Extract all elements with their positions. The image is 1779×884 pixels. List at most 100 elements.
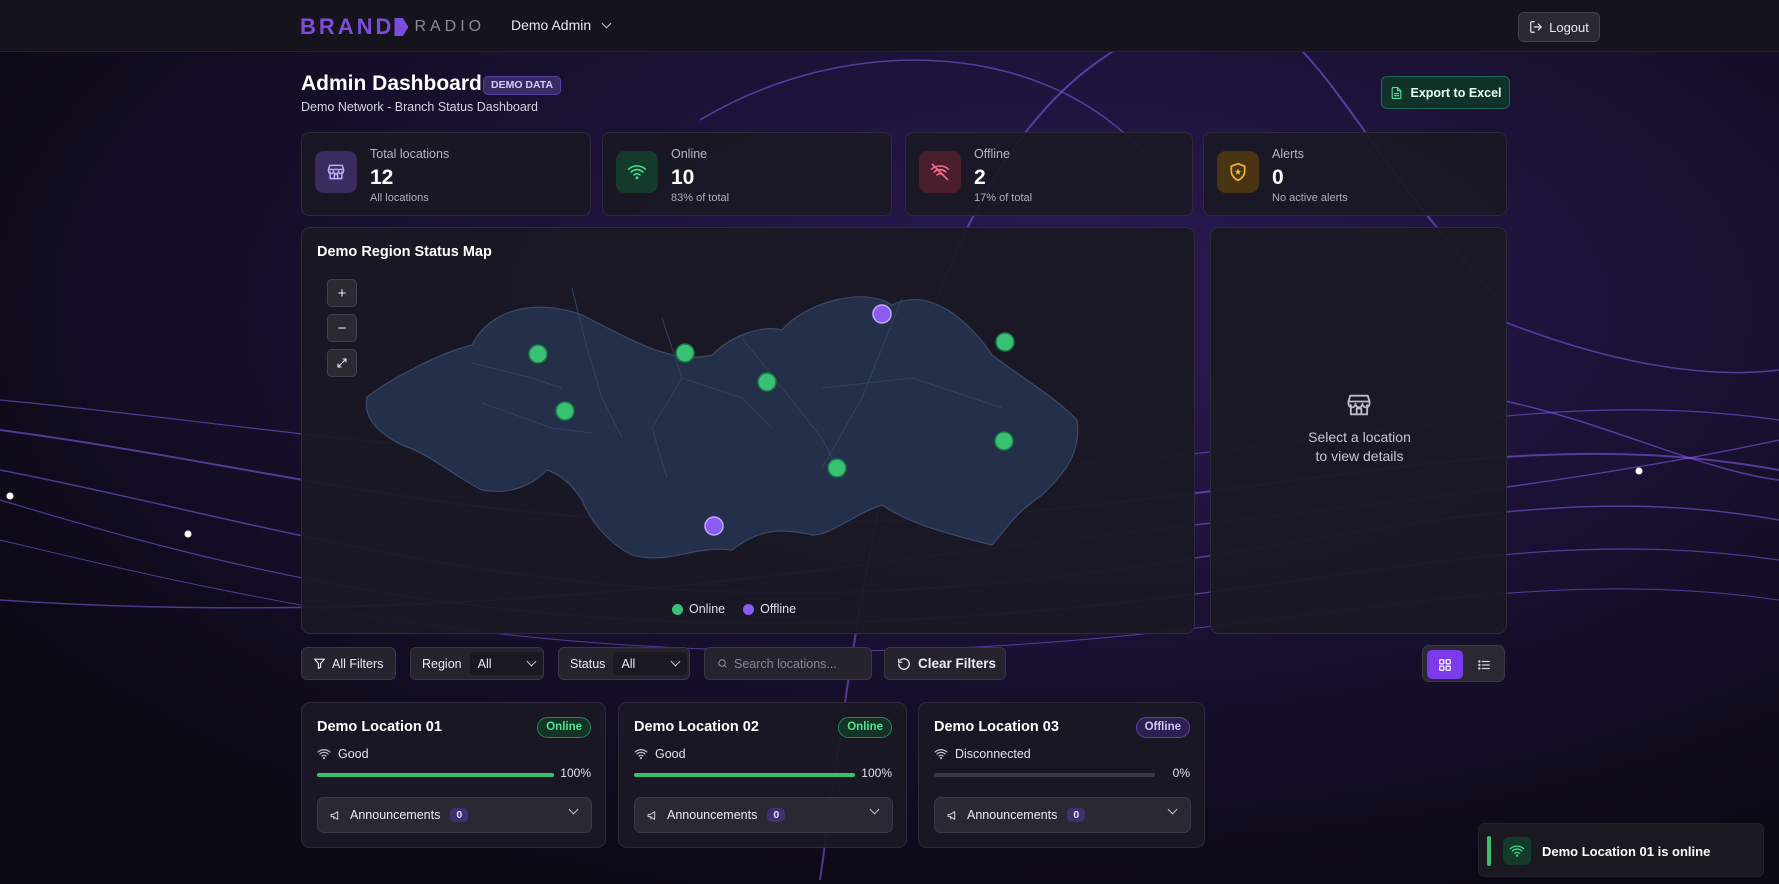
- signal-row: Good: [317, 747, 369, 761]
- status-select[interactable]: All: [613, 652, 688, 675]
- signal-progress-bar: [634, 773, 855, 777]
- stat-card-total: Total locations 12 All locations: [301, 132, 591, 216]
- region-shape: [365, 296, 1079, 559]
- marker-online[interactable]: [528, 344, 548, 364]
- top-navbar: BRAND RADIO Demo Admin Logout: [0, 0, 1779, 52]
- marker-online[interactable]: [675, 343, 695, 363]
- map-legend: Online Offline: [672, 602, 796, 616]
- status-badge: Online: [537, 717, 591, 738]
- chevron-down-icon: [601, 18, 612, 28]
- logout-label: Logout: [1549, 19, 1589, 35]
- map-title: Demo Region Status Map: [317, 244, 492, 260]
- toast-accent-bar: [1487, 836, 1491, 866]
- chevron-down-icon: [1167, 804, 1178, 815]
- stat-value: 2: [974, 166, 986, 189]
- marker-online[interactable]: [827, 458, 847, 478]
- export-label: Export to Excel: [1410, 85, 1502, 100]
- location-card[interactable]: Demo Location 03 Offline Disconnected 0%…: [918, 702, 1205, 848]
- wifi-icon: [317, 749, 331, 760]
- grid-icon: [1439, 658, 1451, 671]
- all-filters-button[interactable]: All Filters: [301, 647, 396, 680]
- marker-online[interactable]: [555, 401, 575, 421]
- chevron-down-icon: [869, 804, 880, 815]
- megaphone-icon: [330, 810, 339, 820]
- marker-online[interactable]: [995, 332, 1015, 352]
- marker-online[interactable]: [757, 372, 777, 392]
- search-icon: [718, 659, 727, 668]
- page-subtitle: Demo Network - Branch Status Dashboard: [301, 100, 538, 114]
- status-map-panel: Demo Region Status Map + − Online Offlin…: [301, 227, 1195, 634]
- demo-data-badge: DEMO DATA: [483, 76, 562, 95]
- clear-filters-button[interactable]: Clear Filters: [884, 647, 1006, 680]
- toast-message: Demo Location 01 is online: [1542, 844, 1711, 859]
- megaphone-icon: [647, 810, 656, 820]
- clear-filters-label: Clear Filters: [918, 656, 997, 671]
- location-card[interactable]: Demo Location 02 Online Good 100% Announ…: [618, 702, 907, 848]
- legend-dot-online: [672, 603, 683, 615]
- filter-icon: [314, 658, 325, 669]
- stat-subtext: No active alerts: [1272, 192, 1348, 204]
- region-select[interactable]: All: [469, 652, 543, 675]
- marker-offline[interactable]: [704, 516, 724, 536]
- location-card[interactable]: Demo Location 01 Online Good 100% Announ…: [301, 702, 606, 848]
- grid-view-button[interactable]: [1427, 650, 1463, 679]
- user-menu-dropdown[interactable]: Demo Admin: [511, 17, 612, 33]
- logout-button[interactable]: Logout: [1518, 12, 1600, 42]
- zoom-out-button[interactable]: −: [327, 314, 357, 342]
- stat-subtext: All locations: [370, 192, 429, 204]
- announcements-dropdown[interactable]: Announcements 0: [317, 797, 592, 833]
- store-icon: [315, 151, 357, 193]
- search-input[interactable]: Search locations...: [704, 647, 872, 680]
- signal-row: Disconnected: [934, 747, 1031, 761]
- list-icon: [1478, 659, 1490, 670]
- minus-icon: −: [337, 319, 347, 337]
- announcements-count: 0: [767, 808, 786, 822]
- location-name: Demo Location 02: [634, 719, 759, 735]
- region-select-value: All: [477, 656, 492, 671]
- brand-mark-icon: [394, 18, 409, 36]
- zoom-in-button[interactable]: +: [327, 279, 357, 307]
- brand-logo[interactable]: BRAND RADIO: [300, 14, 485, 39]
- region-filter[interactable]: Region All: [410, 647, 544, 680]
- spreadsheet-icon: [1391, 86, 1401, 99]
- stat-subtext: 17% of total: [974, 192, 1033, 204]
- status-filter-label: Status: [570, 656, 606, 671]
- location-name: Demo Location 03: [934, 719, 1059, 735]
- region-map[interactable]: [302, 228, 1196, 635]
- export-excel-button[interactable]: Export to Excel: [1381, 76, 1510, 109]
- search-placeholder: Search locations...: [734, 656, 837, 671]
- progress-fill: [317, 773, 554, 777]
- announcements-dropdown[interactable]: Announcements 0: [934, 797, 1191, 833]
- detail-line-1: Select a location: [1308, 429, 1411, 445]
- status-select-value: All: [621, 656, 636, 671]
- announcements-count: 0: [1067, 808, 1086, 822]
- stat-label: Alerts: [1272, 147, 1304, 161]
- marker-offline[interactable]: [872, 304, 892, 324]
- announcements-dropdown[interactable]: Announcements 0: [634, 797, 893, 833]
- toast-notification[interactable]: Demo Location 01 is online: [1478, 823, 1764, 877]
- chevron-down-icon: [670, 656, 681, 667]
- wifi-icon: [1503, 837, 1531, 865]
- stat-subtext: 83% of total: [671, 192, 730, 204]
- location-name: Demo Location 01: [317, 719, 442, 735]
- signal-percent: 0%: [1172, 766, 1190, 780]
- announcements-label: Announcements: [967, 808, 1058, 822]
- signal-percent: 100%: [861, 766, 892, 780]
- all-filters-label: All Filters: [332, 656, 384, 671]
- chevron-down-icon: [526, 656, 537, 667]
- plus-icon: +: [337, 284, 347, 302]
- signal-label: Disconnected: [955, 747, 1031, 761]
- legend-label: Online: [689, 602, 726, 616]
- wifi-icon: [616, 151, 658, 193]
- marker-online[interactable]: [994, 431, 1014, 451]
- signal-progress-bar: [317, 773, 554, 777]
- status-filter[interactable]: Status All: [558, 647, 690, 680]
- stat-label: Total locations: [370, 147, 450, 161]
- stat-card-offline: Offline 2 17% of total: [905, 132, 1193, 216]
- fullscreen-button[interactable]: [327, 349, 357, 377]
- list-view-button[interactable]: [1466, 650, 1502, 679]
- status-badge: Offline: [1135, 717, 1190, 738]
- progress-fill: [634, 773, 855, 777]
- store-icon: [1347, 394, 1371, 416]
- detail-line-2: to view details: [1315, 448, 1404, 464]
